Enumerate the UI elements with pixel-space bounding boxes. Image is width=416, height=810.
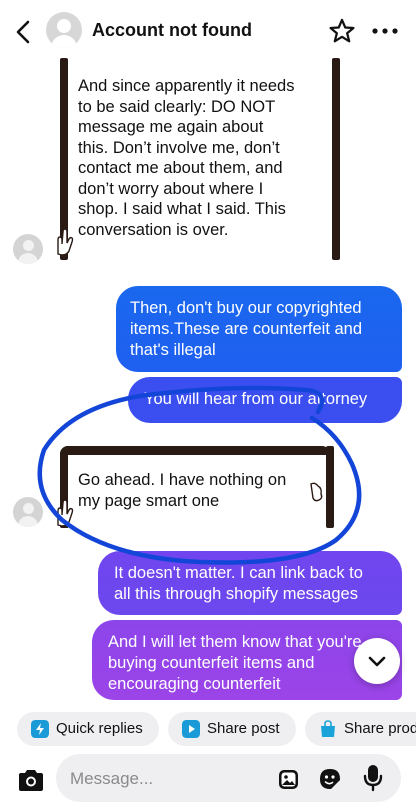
chevron-down-icon: [368, 656, 386, 667]
message-line: It doesn't matter. I can link back to: [114, 564, 363, 582]
message-line: shop. I said what I said. This: [78, 200, 286, 218]
message-line: Then, don't buy our copyrighted: [130, 299, 362, 317]
message-placeholder: Message...: [70, 769, 154, 788]
message-line: that's illegal: [130, 341, 216, 359]
outgoing-message[interactable]: It doesn't matter. I can link back to al…: [98, 551, 402, 615]
sender-avatar[interactable]: [13, 497, 43, 527]
message-line: And I will let them know that you're: [108, 633, 362, 651]
quick-replies-icon: [31, 720, 49, 738]
outgoing-message[interactable]: You will hear from our attorney: [128, 377, 402, 423]
message-line: buying counterfeit items and: [108, 654, 315, 672]
message-line: items.These are counterfeit and: [130, 320, 363, 338]
message-line: message me again about: [78, 118, 264, 136]
contact-avatar[interactable]: [46, 12, 82, 48]
message-line: to be said clearly: DO NOT: [78, 97, 276, 116]
outgoing-message[interactable]: Then, don't buy our copyrighted items.Th…: [116, 286, 402, 372]
star-icon[interactable]: [328, 17, 356, 45]
contact-name[interactable]: Account not found: [92, 20, 252, 41]
message-line: all this through shopify messages: [114, 585, 358, 603]
quick-replies-chip[interactable]: Quick replies: [17, 712, 159, 746]
sticker-icon[interactable]: [318, 767, 342, 791]
share-product-chip[interactable]: Share prod: [305, 712, 416, 746]
message-line: Go ahead. I have nothing on: [78, 471, 287, 489]
message-line: You will hear from our attorney: [144, 390, 368, 408]
pointing-hand-icon: [57, 228, 74, 256]
camera-icon[interactable]: [14, 764, 48, 798]
message-line: contact me about them, and: [78, 159, 283, 177]
pointing-hand-icon: [57, 499, 74, 527]
chip-label: Share prod: [344, 720, 416, 737]
message-line: this. Don’t involve me, don’t: [78, 138, 280, 157]
share-post-chip[interactable]: Share post: [168, 712, 296, 746]
message-line: And since apparently it needs: [78, 77, 295, 95]
back-arrow-icon[interactable]: [10, 16, 38, 48]
message-line: encouraging counterfeit: [108, 675, 281, 693]
chip-label: Quick replies: [56, 720, 143, 737]
message-line: don’t worry about where I: [78, 179, 264, 198]
microphone-icon[interactable]: [362, 764, 384, 792]
chat-header: Account not found: [0, 0, 416, 64]
gallery-icon[interactable]: [277, 767, 301, 791]
incoming-message[interactable]: Go ahead. I have nothing on my page smar…: [60, 446, 334, 528]
share-post-icon: [182, 720, 200, 738]
message-line: conversation is over.: [78, 220, 229, 239]
scroll-to-bottom-button[interactable]: [354, 638, 400, 684]
incoming-message[interactable]: And since apparently it needs to be said…: [60, 58, 340, 260]
message-input[interactable]: Message...: [56, 754, 401, 802]
sender-avatar[interactable]: [13, 234, 43, 264]
more-options-icon[interactable]: [370, 21, 400, 41]
pointing-hand-icon: [310, 482, 323, 502]
shopping-bag-icon: [321, 720, 335, 737]
chip-label: Share post: [207, 720, 280, 737]
message-line: my page smart one: [78, 491, 220, 510]
message-composer: Message...: [0, 750, 416, 810]
quick-action-chips: Quick replies Share post Share prod: [0, 706, 416, 750]
